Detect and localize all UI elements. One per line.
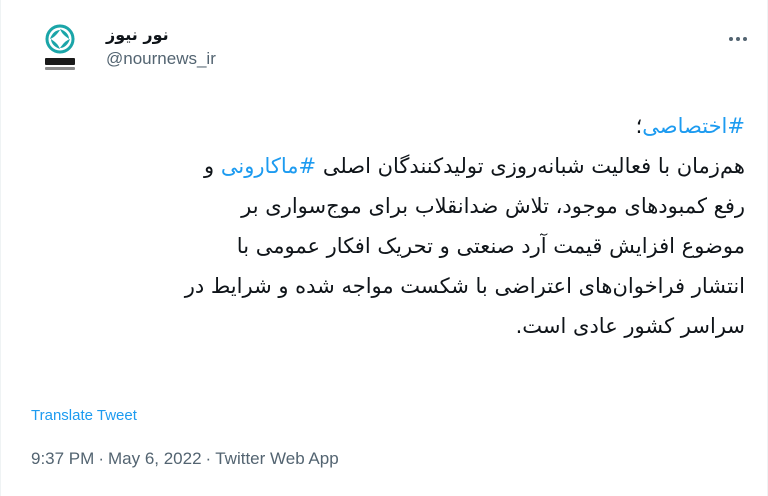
- more-options-icon-dot: [736, 37, 740, 41]
- nournews-logo-icon: [45, 24, 75, 70]
- tweet-metadata: 9:37 PM · May 6, 2022 · Twitter Web App: [31, 448, 339, 470]
- tweet-text-fragment: هم‌زمان با فعالیت شبانه‌روزی تولیدکنندگا…: [316, 154, 745, 178]
- meta-separator: ·: [98, 449, 104, 468]
- tweet-time[interactable]: 9:37 PM: [31, 449, 94, 468]
- tweet-line-2: هم‌زمان با فعالیت شبانه‌روزی تولیدکنندگا…: [25, 146, 745, 186]
- tweet-source[interactable]: Twitter Web App: [215, 449, 338, 468]
- tweet-line-1: #اختصاصی؛: [25, 106, 745, 146]
- display-name[interactable]: نور نیوز: [106, 24, 216, 46]
- meta-separator: ·: [205, 449, 212, 468]
- user-handle[interactable]: @nournews_ir: [106, 48, 216, 70]
- translate-tweet-link[interactable]: Translate Tweet: [31, 406, 137, 426]
- tweet-text: #اختصاصی؛ هم‌زمان با فعالیت شبانه‌روزی ت…: [25, 106, 745, 346]
- avatar[interactable]: [31, 18, 89, 76]
- tweet-line-5: انتشار فراخوان‌های اعتراضی با شکست مواجه…: [184, 274, 745, 298]
- more-options-button[interactable]: [721, 24, 755, 54]
- user-info[interactable]: نور نیوز @nournews_ir: [106, 24, 216, 70]
- tweet-line-3: رفع کمبودهای موجود، تلاش ضدانقلاب برای م…: [241, 194, 745, 218]
- hashtag-link[interactable]: #ماکارونی: [221, 154, 316, 178]
- hashtag-link[interactable]: #اختصاصی: [642, 114, 745, 138]
- more-options-icon: [729, 37, 733, 41]
- tweet-line-4: موضوع افزایش قیمت آرد صنعتی و تحریک افکا…: [236, 234, 745, 258]
- tweet-date[interactable]: May 6, 2022: [108, 449, 202, 468]
- tweet-header: نور نیوز @nournews_ir: [31, 18, 751, 78]
- tweet-text-fragment: و: [204, 154, 221, 178]
- tweet-card: نور نیوز @nournews_ir #اختصاصی؛ هم‌زمان …: [0, 0, 768, 496]
- tweet-line-6: سراسر کشور عادی است.: [515, 314, 745, 338]
- more-options-icon-dot: [743, 37, 747, 41]
